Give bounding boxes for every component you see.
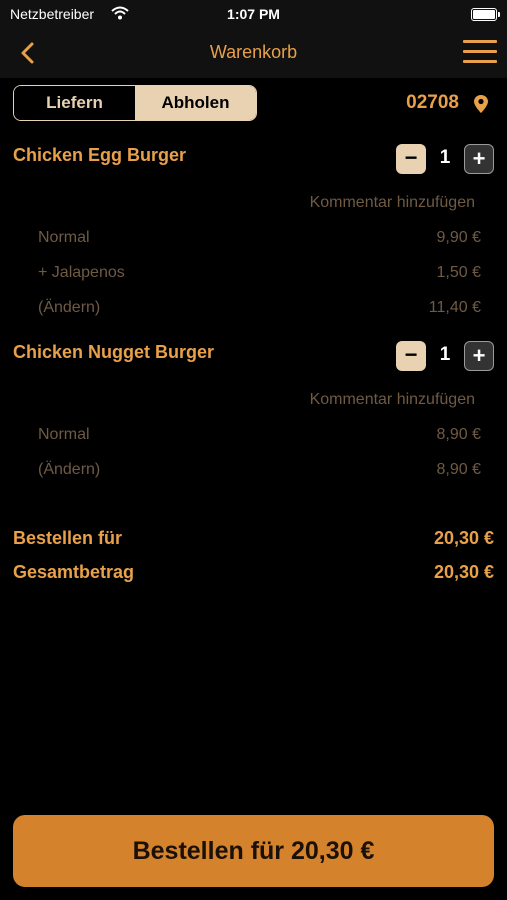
line-label: Normal	[38, 426, 90, 443]
increase-quantity-button[interactable]: +	[464, 144, 494, 174]
postal-code[interactable]: 02708	[406, 92, 459, 114]
quantity-value: 1	[439, 147, 451, 168]
decrease-quantity-button[interactable]: −	[396, 341, 426, 371]
status-bar: Netzbetreiber 1:07 PM	[0, 0, 507, 28]
tab-delivery[interactable]: Liefern	[14, 86, 135, 120]
increase-quantity-button[interactable]: +	[464, 341, 494, 371]
decrease-quantity-button[interactable]: −	[396, 144, 426, 174]
order-for-label: Bestellen für	[13, 528, 123, 548]
hamburger-menu-icon[interactable]	[463, 40, 497, 66]
navigation-bar: Warenkorb	[0, 28, 507, 78]
item-subtotal: 8,90 €	[436, 461, 481, 478]
quantity-value: 1	[439, 344, 451, 365]
add-comment-link[interactable]: Kommentar hinzufügen	[310, 391, 475, 409]
edit-item-link[interactable]: (Ändern)	[38, 461, 100, 479]
clock: 1:07 PM	[227, 6, 280, 22]
cart-item-name: Chicken Nugget Burger	[13, 342, 215, 362]
line-price: 1,50 €	[436, 264, 481, 281]
place-order-button[interactable]: Bestellen für 20,30 €	[13, 815, 494, 887]
item-subtotal: 11,40 €	[428, 299, 481, 316]
tab-pickup[interactable]: Abholen	[135, 86, 256, 120]
order-for-value: 20,30 €	[433, 528, 494, 548]
location-pin-icon[interactable]	[473, 94, 489, 114]
line-label: + Jalapenos	[38, 264, 125, 281]
line-label: Normal	[38, 229, 90, 246]
battery-icon	[471, 8, 500, 21]
add-comment-link[interactable]: Kommentar hinzufügen	[310, 194, 475, 212]
delivery-mode-toggle: Liefern Abholen	[13, 85, 257, 121]
line-price: 8,90 €	[436, 426, 481, 443]
total-label: Gesamtbetrag	[13, 562, 135, 582]
edit-item-link[interactable]: (Ändern)	[38, 299, 100, 317]
total-value: 20,30 €	[433, 562, 494, 582]
cart-item-name: Chicken Egg Burger	[13, 145, 187, 165]
page-title: Warenkorb	[209, 42, 298, 62]
line-price: 9,90 €	[436, 229, 481, 246]
